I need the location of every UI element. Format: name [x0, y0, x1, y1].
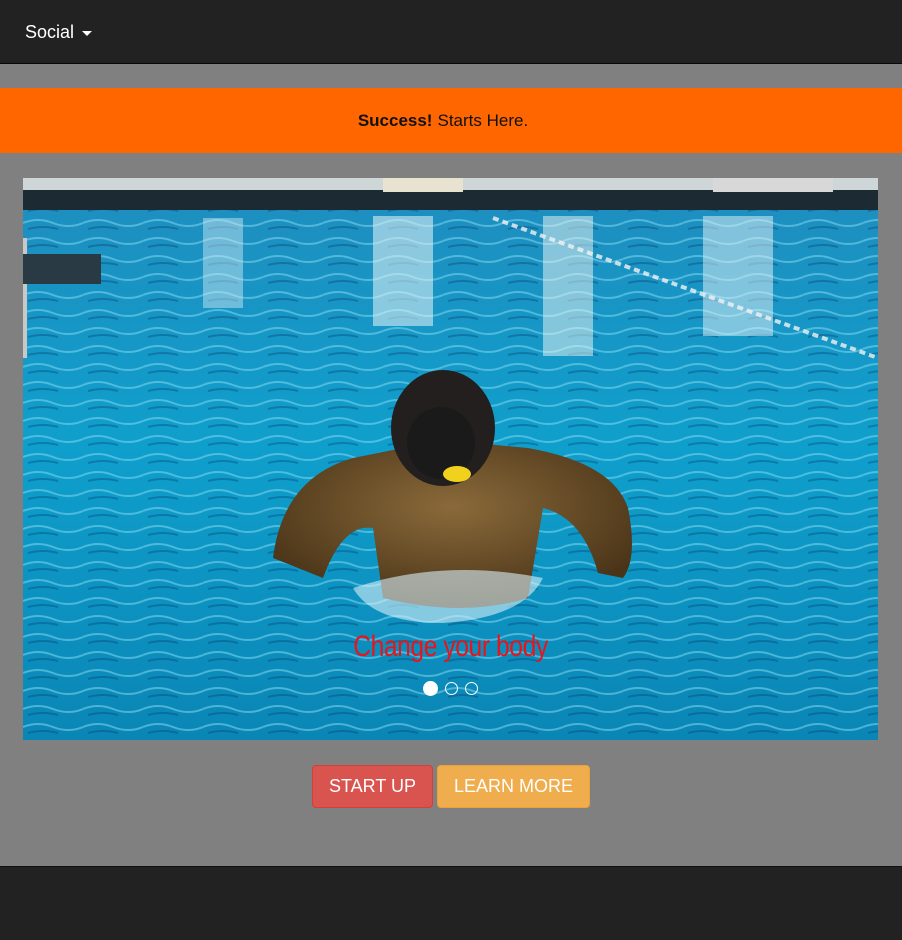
- carousel-indicator-1[interactable]: [423, 681, 438, 696]
- success-alert: Success! Starts Here.: [0, 88, 902, 153]
- carousel-indicator-3[interactable]: [465, 682, 478, 695]
- alert-strong: Success!: [357, 110, 433, 130]
- start-up-button[interactable]: START UP: [311, 765, 433, 808]
- cta-buttons: START UP LEARN MORE: [0, 765, 902, 808]
- navbar: Social: [0, 0, 902, 64]
- alert-text: Starts Here.: [437, 110, 529, 130]
- caret-down-icon: [82, 30, 93, 36]
- learn-more-button[interactable]: LEARN MORE: [437, 765, 591, 808]
- hero-carousel[interactable]: Change your body: [23, 178, 878, 740]
- carousel-caption: Change your body: [353, 630, 548, 663]
- carousel-indicators: [23, 681, 878, 696]
- social-dropdown-label: Social: [25, 21, 75, 42]
- footer: [0, 866, 902, 940]
- social-dropdown[interactable]: Social: [25, 20, 93, 44]
- carousel-indicator-2[interactable]: [445, 682, 458, 695]
